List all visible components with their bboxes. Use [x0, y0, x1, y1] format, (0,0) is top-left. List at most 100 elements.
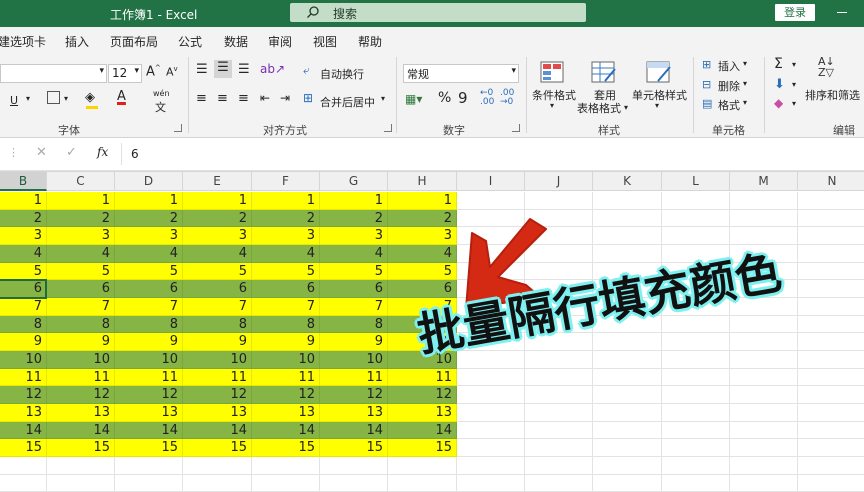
cell-h-row-16[interactable] [388, 456, 457, 475]
cell-n-row-6[interactable] [798, 280, 864, 298]
cell-l-row-10[interactable] [662, 350, 730, 369]
column-header-k[interactable]: K [593, 172, 662, 191]
cell-n-row-13[interactable] [798, 404, 864, 422]
cell-c-row-8[interactable]: 8 [47, 315, 115, 334]
cell-b-row-13[interactable]: 13 [0, 403, 47, 422]
chevron-down-icon[interactable]: ▾ [743, 98, 747, 107]
cell-e-row-4[interactable]: 4 [183, 244, 252, 263]
cell-g-row-17[interactable] [320, 474, 388, 492]
decrease-decimal-icon[interactable]: .00 →0 [500, 89, 514, 107]
merge-center-button[interactable]: 合并后居中 [320, 94, 375, 110]
cell-styles-icon[interactable] [646, 61, 672, 83]
cell-n-row-11[interactable] [798, 369, 864, 387]
cell-g-row-4[interactable]: 4 [320, 244, 388, 263]
tab-create[interactable]: 建选项卡 [0, 33, 46, 50]
cell-k-row-9[interactable] [593, 333, 662, 351]
font-size-dropdown[interactable]: 12 ▾ [108, 64, 142, 83]
cell-h-row-4[interactable]: 4 [388, 244, 457, 263]
cell-j-row-17[interactable] [525, 474, 593, 492]
conditional-format-icon[interactable] [540, 61, 564, 83]
cell-l-row-9[interactable] [662, 333, 730, 351]
cell-g-row-1[interactable]: 1 [320, 192, 388, 210]
cell-b-row-10[interactable]: 10 [0, 350, 47, 369]
cell-j-row-10[interactable] [525, 350, 593, 369]
cell-e-row-14[interactable]: 14 [183, 421, 252, 440]
chevron-down-icon[interactable]: ▾ [26, 94, 30, 103]
cell-f-row-16[interactable] [252, 456, 320, 475]
cell-n-row-9[interactable] [798, 333, 864, 351]
cell-f-row-14[interactable]: 14 [252, 421, 320, 440]
cell-e-row-5[interactable]: 5 [183, 262, 252, 281]
increase-decimal-icon[interactable]: ←0.00 [480, 89, 494, 107]
cell-l-row-12[interactable] [662, 386, 730, 404]
cell-j-row-16[interactable] [525, 456, 593, 475]
cell-n-row-5[interactable] [798, 263, 864, 281]
cell-l-row-16[interactable] [662, 456, 730, 475]
cell-e-row-11[interactable]: 11 [183, 368, 252, 387]
cell-n-row-2[interactable] [798, 210, 864, 228]
column-header-d[interactable]: D [115, 172, 183, 191]
cell-k-row-14[interactable] [593, 421, 662, 440]
cell-j-row-15[interactable] [525, 439, 593, 457]
cell-d-row-6[interactable]: 6 [115, 280, 183, 298]
cell-c-row-1[interactable]: 1 [47, 192, 115, 210]
column-header-l[interactable]: L [662, 172, 730, 191]
cell-b-row-17[interactable] [0, 474, 47, 492]
cell-b-row-2[interactable]: 2 [0, 209, 47, 228]
cell-k-row-17[interactable] [593, 474, 662, 492]
border-icon[interactable] [47, 91, 60, 104]
cell-i-row-14[interactable] [457, 421, 525, 440]
cell-g-row-5[interactable]: 5 [320, 262, 388, 281]
column-header-b[interactable]: B [0, 172, 47, 191]
chevron-down-icon[interactable]: ▾ [550, 101, 554, 110]
clear-icon[interactable]: ◆ [774, 96, 783, 110]
cell-i-row-1[interactable] [457, 192, 525, 210]
cell-b-row-4[interactable]: 4 [0, 244, 47, 263]
cell-m-row-17[interactable] [730, 474, 798, 492]
cell-g-row-12[interactable]: 12 [320, 386, 388, 404]
cell-c-row-9[interactable]: 9 [47, 333, 115, 351]
cell-j-row-1[interactable] [525, 192, 593, 210]
shrink-font-icon[interactable]: Av [166, 65, 178, 79]
cell-d-row-3[interactable]: 3 [115, 227, 183, 245]
cell-h-row-15[interactable]: 15 [388, 439, 457, 457]
chevron-down-icon[interactable]: ▾ [743, 59, 747, 68]
column-header-n[interactable]: N [798, 172, 864, 191]
cell-e-row-9[interactable]: 9 [183, 333, 252, 351]
chevron-down-icon[interactable]: ▾ [624, 103, 628, 112]
cell-h-row-3[interactable]: 3 [388, 227, 457, 245]
cell-b-row-12[interactable]: 12 [0, 386, 47, 404]
cell-m-row-12[interactable] [730, 386, 798, 404]
cell-e-row-17[interactable] [183, 474, 252, 492]
cell-k-row-3[interactable] [593, 227, 662, 245]
search-box[interactable]: 搜索 [290, 3, 586, 22]
cell-h-row-12[interactable]: 12 [388, 386, 457, 404]
cell-m-row-11[interactable] [730, 368, 798, 387]
cell-g-row-3[interactable]: 3 [320, 227, 388, 245]
cell-h-row-5[interactable]: 5 [388, 262, 457, 281]
cell-i-row-12[interactable] [457, 386, 525, 404]
wrap-text-button[interactable]: 自动换行 [320, 66, 364, 82]
align-middle-icon[interactable]: ☰ [214, 60, 232, 78]
cell-e-row-2[interactable]: 2 [183, 209, 252, 228]
cell-b-row-16[interactable] [0, 456, 47, 475]
cell-m-row-13[interactable] [730, 403, 798, 422]
delete-cells-icon[interactable]: ⊟ [702, 78, 711, 91]
cell-m-row-1[interactable] [730, 192, 798, 210]
cell-c-row-11[interactable]: 11 [47, 368, 115, 387]
cell-e-row-15[interactable]: 15 [183, 439, 252, 457]
formula-input[interactable]: 6 [131, 147, 139, 161]
cell-d-row-2[interactable]: 2 [115, 209, 183, 228]
cell-g-row-14[interactable]: 14 [320, 421, 388, 440]
cell-d-row-8[interactable]: 8 [115, 315, 183, 334]
cell-n-row-16[interactable] [798, 457, 864, 475]
chevron-down-icon[interactable]: ▾ [743, 79, 747, 88]
cell-b-row-6[interactable]: 6 [0, 280, 47, 298]
cell-n-row-7[interactable] [798, 298, 864, 316]
cell-c-row-10[interactable]: 10 [47, 350, 115, 369]
cancel-icon[interactable]: ✕ [36, 145, 47, 160]
cell-d-row-14[interactable]: 14 [115, 421, 183, 440]
cell-f-row-13[interactable]: 13 [252, 403, 320, 422]
cell-g-row-11[interactable]: 11 [320, 368, 388, 387]
cell-d-row-17[interactable] [115, 474, 183, 492]
